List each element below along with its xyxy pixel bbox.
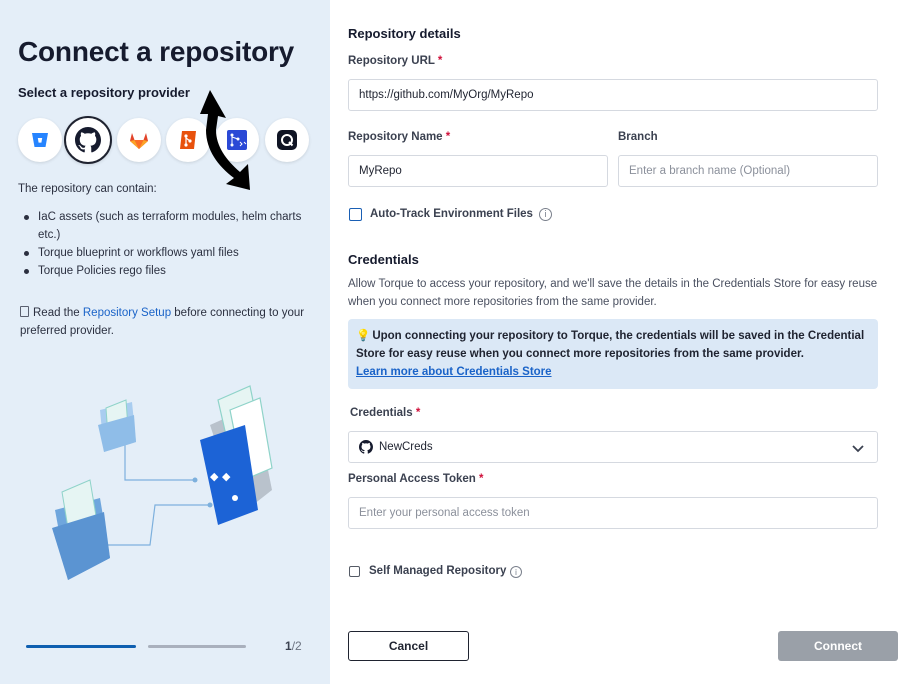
- token-input[interactable]: Enter your personal access token: [348, 497, 878, 529]
- learn-more-credentials-link[interactable]: Learn more about Credentials Store: [356, 363, 870, 381]
- bitbucket-icon: [32, 133, 48, 147]
- required-mark: *: [479, 473, 484, 485]
- provider-github-button[interactable]: [64, 116, 112, 164]
- setup-note-prefix: Read the: [33, 307, 83, 319]
- github-icon: [359, 440, 373, 454]
- branch-label: Branch: [618, 131, 658, 143]
- info-icon[interactable]: i: [510, 566, 522, 578]
- step-indicator: 1/2: [285, 639, 302, 653]
- svg-text:◆ ◆: ◆ ◆: [210, 470, 231, 483]
- credentials-title: Credentials: [348, 252, 419, 267]
- repository-details-title: Repository details: [348, 26, 461, 41]
- github-icon: [75, 127, 101, 153]
- self-managed-checkbox[interactable]: [349, 566, 360, 577]
- repository-name-label: Repository Name *: [348, 131, 450, 143]
- credentials-description: Allow Torque to access your repository, …: [348, 278, 878, 308]
- repo-contents-intro: The repository can contain:: [18, 183, 157, 195]
- list-item: Torque Policies rego files: [24, 262, 304, 280]
- cancel-button[interactable]: Cancel: [348, 631, 469, 661]
- repository-url-input[interactable]: https://github.com/MyOrg/MyRepo: [348, 79, 878, 111]
- repository-name-label-text: Repository Name: [348, 131, 443, 143]
- repository-name-input[interactable]: MyRepo: [348, 155, 608, 187]
- cursor-icon: [200, 90, 250, 190]
- credentials-selected-value: NewCreds: [379, 441, 433, 453]
- gitlab-icon: [130, 133, 148, 149]
- setup-note: Read the Repository Setup before connect…: [20, 304, 310, 340]
- progress-step-active: [26, 645, 136, 648]
- list-item: IaC assets (such as terraform modules, h…: [24, 208, 304, 244]
- required-mark: *: [415, 407, 421, 419]
- provider-gitlab-button[interactable]: [117, 118, 161, 162]
- lightbulb-icon: 💡: [356, 330, 371, 342]
- branch-input[interactable]: Enter a branch name (Optional): [618, 155, 878, 187]
- left-panel: Connect a repository Select a repository…: [0, 0, 330, 684]
- auto-track-label: Auto-Track Environment Files: [370, 208, 533, 220]
- list-item: Torque blueprint or workflows yaml files: [24, 244, 304, 262]
- form-panel: Repository details Repository URL * http…: [330, 0, 922, 684]
- illustration: ◆ ◆: [52, 385, 273, 580]
- credentials-label-text: Credentials: [350, 407, 413, 419]
- credentials-label: Credentials *: [350, 407, 420, 419]
- repo-contents-list: IaC assets (such as terraform modules, h…: [24, 208, 304, 280]
- provider-other-button[interactable]: [265, 118, 309, 162]
- self-managed-label: Self Managed Repository: [369, 565, 507, 577]
- repository-url-label-text: Repository URL: [348, 55, 435, 67]
- repository-url-label: Repository URL *: [348, 55, 442, 67]
- progress-step-inactive: [148, 645, 246, 648]
- page-title: Connect a repository: [18, 36, 295, 67]
- credentials-select[interactable]: NewCreds: [348, 431, 878, 463]
- git-icon: [180, 131, 196, 149]
- token-label-text: Personal Access Token: [348, 473, 476, 485]
- required-mark: *: [445, 131, 451, 143]
- required-mark: *: [437, 55, 443, 67]
- step-total: /2: [291, 639, 302, 653]
- auto-track-checkbox[interactable]: [349, 208, 362, 221]
- token-label: Personal Access Token *: [348, 473, 484, 485]
- notice-text: Upon connecting your repository to Torqu…: [356, 330, 865, 360]
- credentials-notice: 💡 Upon connecting your repository to Torq…: [348, 319, 878, 389]
- document-icon: [20, 306, 29, 317]
- connect-button[interactable]: Connect: [778, 631, 898, 661]
- provider-subtitle: Select a repository provider: [18, 85, 190, 100]
- provider-bitbucket-button[interactable]: [18, 118, 62, 162]
- chevron-down-icon: [852, 445, 864, 453]
- repository-setup-link[interactable]: Repository Setup: [83, 307, 171, 319]
- other-provider-icon: [277, 130, 297, 150]
- step-current: 1: [285, 639, 292, 653]
- info-icon[interactable]: i: [539, 208, 552, 221]
